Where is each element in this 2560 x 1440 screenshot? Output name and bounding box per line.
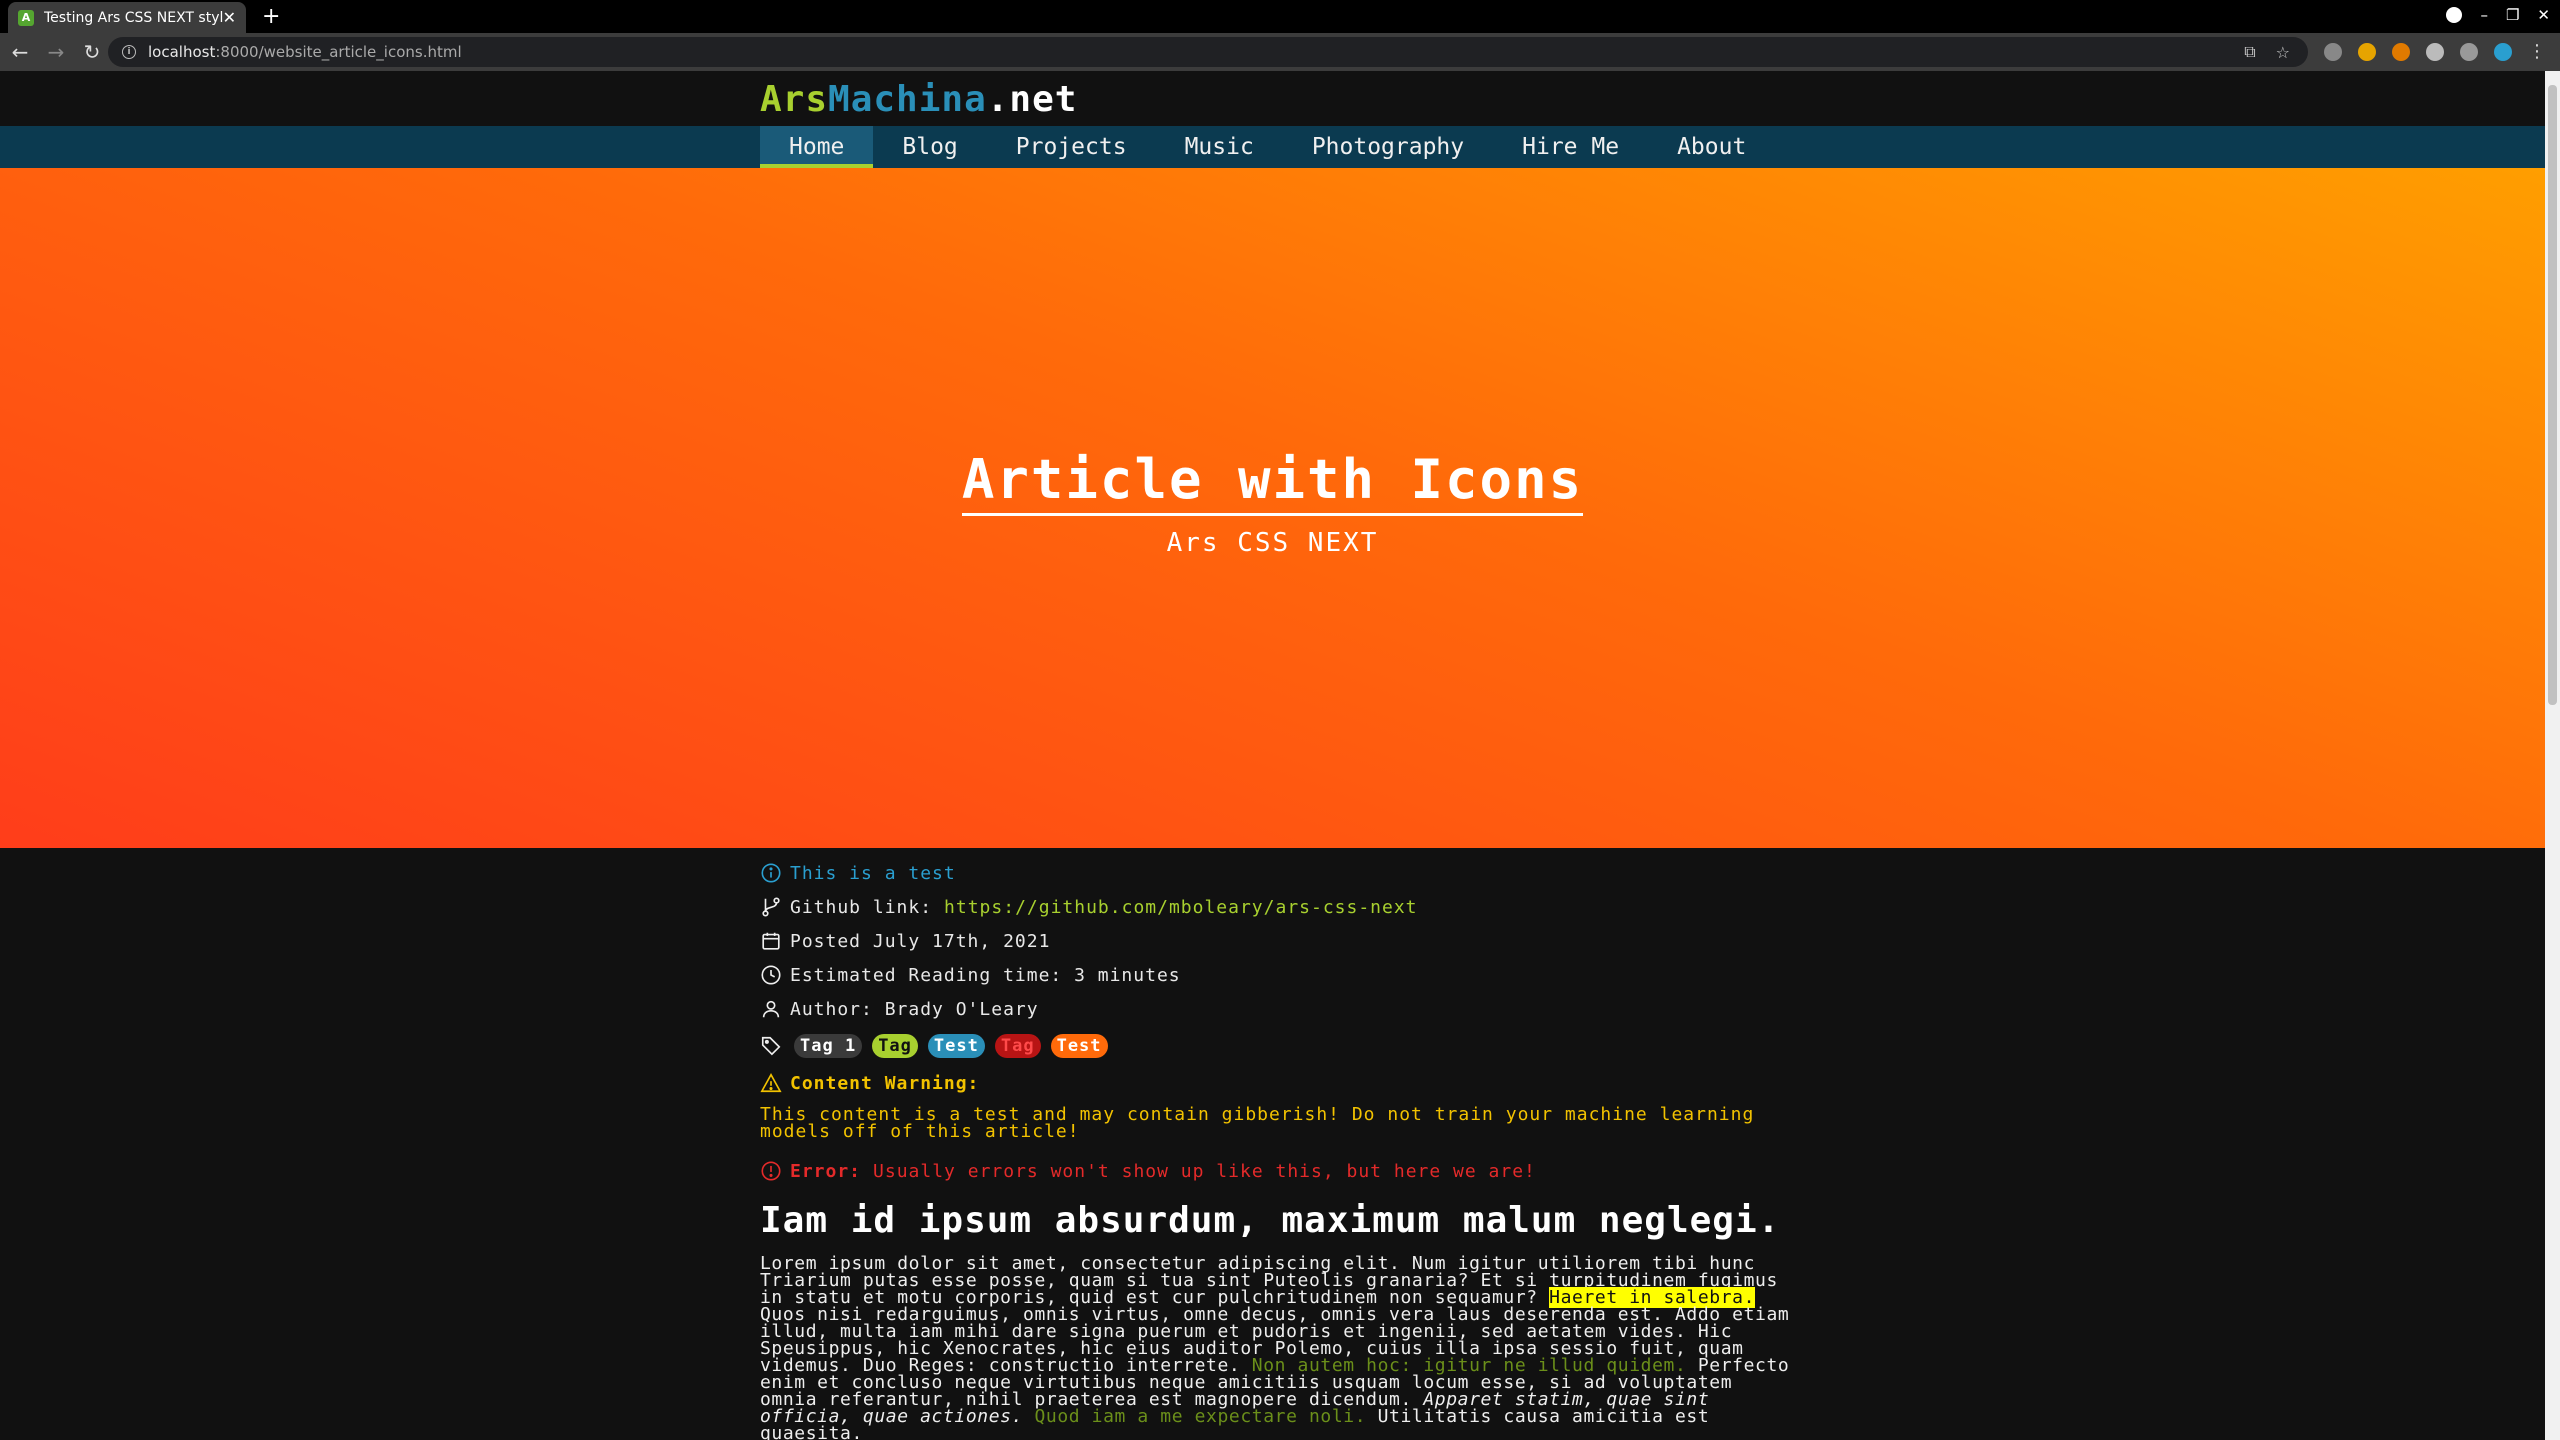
github-row: Github link: https://github.com/mboleary… (760, 890, 1790, 924)
error-icon (761, 1161, 781, 1181)
window-close-icon[interactable]: ✕ (2537, 6, 2550, 24)
error-note: Error: Usually errors won't show up like… (760, 1154, 1790, 1188)
page-title: Article with Icons (0, 448, 2545, 516)
nav-photography[interactable]: Photography (1283, 126, 1493, 168)
extension-chrome-icon[interactable] (2358, 42, 2376, 61)
profile-dot-icon[interactable] (2446, 7, 2463, 23)
site-nav: Home Blog Projects Music Photography Hir… (0, 126, 2545, 168)
page-scrollbar[interactable] (2545, 71, 2560, 1440)
info-icon (761, 863, 781, 883)
tag-icon (761, 1036, 781, 1056)
site-logo[interactable]: ArsMachina.net (760, 79, 1077, 120)
extension-link-icon[interactable] (2392, 42, 2410, 61)
nav-projects[interactable]: Projects (987, 126, 1156, 168)
browser-tabstrip: A Testing Ars CSS NEXT styling ✕ + – ❐ ✕ (0, 0, 2560, 33)
tag-badge[interactable]: Test (927, 1034, 985, 1058)
nav-hire-me[interactable]: Hire Me (1493, 126, 1648, 168)
clock-icon (761, 965, 781, 985)
site-header: ArsMachina.net (0, 71, 2545, 126)
git-branch-icon (762, 897, 780, 917)
extension-icons: ⋮ (2324, 41, 2546, 62)
nav-music[interactable]: Music (1156, 126, 1283, 168)
article-paragraph: Lorem ipsum dolor sit amet, consectetur … (760, 1253, 1790, 1440)
favicon-icon: A (18, 9, 34, 26)
tag-list: Tag 1 Tag Test Tag Test (794, 1034, 1108, 1058)
author-row: Author: Brady O'Leary (760, 992, 1790, 1026)
article-heading: Iam id ipsum absurdum, maximum malum neg… (760, 1200, 1781, 1241)
address-bar-actions: ⧉ ☆ (2244, 37, 2290, 67)
tag-badge[interactable]: Test (1050, 1034, 1108, 1058)
posted-row: Posted July 17th, 2021 (760, 924, 1790, 958)
new-tab-icon[interactable]: + (262, 4, 280, 29)
close-icon[interactable]: ✕ (223, 8, 236, 27)
info-note: This is a test (760, 856, 1790, 890)
address-bar[interactable]: i localhost:8000/website_article_icons.h… (108, 37, 2308, 67)
hero-banner: Article with Icons Ars CSS NEXT (0, 168, 2545, 848)
forward-icon[interactable]: → (40, 40, 72, 64)
tag-badge[interactable]: Tag (872, 1034, 918, 1058)
url-text: localhost:8000/website_article_icons.htm… (148, 43, 462, 61)
browser-tab[interactable]: A Testing Ars CSS NEXT styling ✕ (8, 2, 246, 33)
calendar-icon (762, 932, 780, 950)
linked-text[interactable]: Quod iam a me expectare noli. (1035, 1406, 1367, 1427)
menu-kebab-icon[interactable]: ⋮ (2528, 41, 2546, 62)
article-body: This is a test Github link: https://gith… (760, 856, 1790, 1440)
page-subtitle: Ars CSS NEXT (1166, 528, 1379, 558)
restore-icon[interactable]: ❐ (2506, 6, 2519, 24)
github-link[interactable]: https://github.com/mboleary/ars-css-next (944, 897, 1417, 918)
tags-row: Tag 1 Tag Test Tag Test (760, 1026, 1790, 1066)
nav-blog[interactable]: Blog (873, 126, 986, 168)
scrollbar-thumb[interactable] (2548, 85, 2557, 705)
site-info-icon[interactable]: i (122, 45, 136, 59)
content-warning-text: This content is a test and may contain g… (760, 1104, 1755, 1142)
browser-toolbar: ← → ↻ i localhost:8000/website_article_i… (0, 33, 2560, 71)
bookmark-star-icon[interactable]: ☆ (2276, 43, 2290, 62)
warning-icon (760, 1073, 782, 1093)
tag-badge[interactable]: Tag (994, 1034, 1041, 1058)
reload-icon[interactable]: ↻ (76, 40, 108, 64)
window-controls: – ❐ ✕ (2446, 6, 2550, 24)
back-icon[interactable]: ← (4, 40, 36, 64)
minimize-icon[interactable]: – (2480, 6, 2488, 24)
tag-badge[interactable]: Tag 1 (794, 1034, 863, 1058)
nav-about[interactable]: About (1648, 126, 1775, 168)
user-icon (762, 1000, 780, 1018)
puzzle-icon[interactable] (2426, 42, 2444, 61)
tab-title: Testing Ars CSS NEXT styling (44, 9, 223, 26)
extension-gear-icon[interactable] (2324, 42, 2342, 61)
translate-icon[interactable]: ⧉ (2244, 42, 2255, 62)
nav-home[interactable]: Home (760, 126, 874, 168)
reading-time-row: Estimated Reading time: 3 minutes (760, 958, 1790, 992)
reading-list-icon[interactable] (2460, 42, 2478, 61)
content-warning-heading: Content Warning: (760, 1066, 1790, 1100)
avatar[interactable] (2494, 42, 2512, 61)
